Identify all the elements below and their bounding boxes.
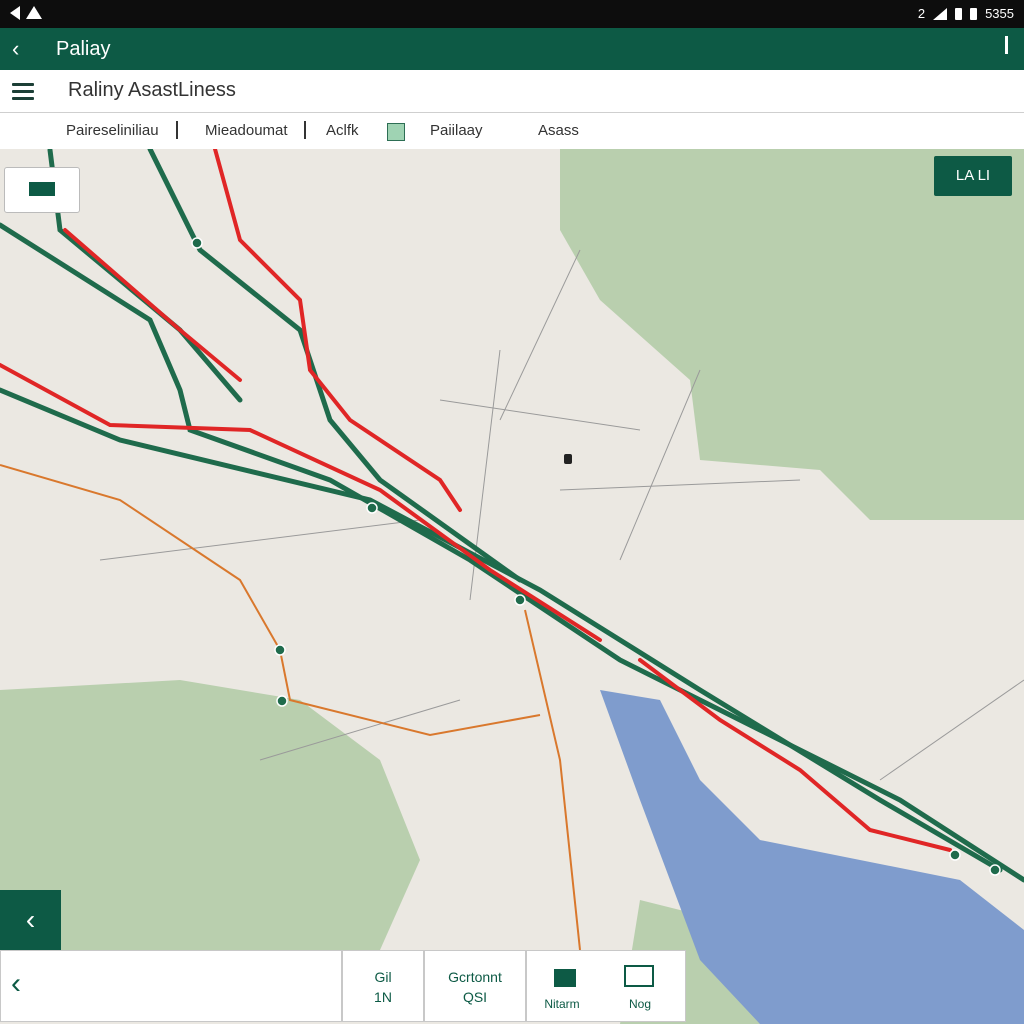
filter-item-5[interactable]: Asass (538, 122, 579, 139)
status-bar: 2 5355 (0, 0, 1024, 28)
back-chevron-icon[interactable]: ‹ (12, 36, 19, 62)
app-bar: ‹ Paliay (0, 28, 1024, 70)
button-label: Gcrtonnt (448, 969, 502, 985)
filter-bar: Paireseliniliau Mieadoumat Aclfk Paiilaa… (0, 113, 1024, 150)
filter-item-2[interactable]: Mieadoumat (205, 122, 288, 139)
train-icon (554, 969, 576, 987)
button-label: Gil (374, 969, 392, 985)
station-marker[interactable] (191, 237, 203, 249)
battery-icon (955, 7, 963, 20)
railway-map[interactable] (0, 149, 1024, 1024)
button-label: QSI (462, 989, 488, 1005)
button-label: Nog (628, 997, 651, 1011)
filter-item-3[interactable]: Aclfk (326, 122, 359, 139)
divider (304, 121, 306, 139)
back-arrow-icon (10, 6, 20, 20)
button-label: Nitarm (544, 997, 580, 1011)
location-pin-icon[interactable] (564, 454, 572, 464)
divider (176, 121, 178, 139)
bottom-toolbar: ‹ Gil 1N Gcrtonnt QSI Nitarm Nog (0, 950, 690, 1022)
wifi-icon (26, 6, 42, 19)
back-arrow-icon: ‹ (11, 967, 21, 1000)
layers-icon (29, 182, 55, 196)
menu-more-icon[interactable] (1005, 36, 1008, 54)
layers-button[interactable] (4, 167, 80, 213)
layer-chip[interactable]: LA LI (934, 156, 1012, 196)
bottom-button-1[interactable]: Gil 1N (342, 950, 424, 1022)
station-marker[interactable] (274, 644, 286, 656)
battery-icon-2 (970, 7, 978, 20)
station-marker[interactable] (989, 864, 1001, 876)
collapse-panel-button[interactable]: ‹ (0, 890, 61, 950)
signal-icon (933, 7, 948, 20)
station-marker[interactable] (949, 849, 961, 861)
station-marker[interactable] (514, 594, 526, 606)
status-time: 5355 (985, 6, 1014, 21)
filter-item-1[interactable]: Paireseliniliau (66, 122, 159, 139)
filter-item-4[interactable]: Paiilaay (430, 122, 483, 139)
bottom-back-button[interactable]: ‹ (0, 950, 342, 1022)
sim-number: 2 (917, 6, 926, 21)
ticket-icon (624, 965, 654, 987)
legend-swatch-icon[interactable] (387, 123, 405, 141)
station-marker[interactable] (276, 695, 288, 707)
header-bar: Raliny AsastLiness (0, 70, 1024, 113)
app-title: Paliay (56, 38, 111, 60)
station-marker[interactable] (366, 502, 378, 514)
bottom-button-2[interactable]: Gcrtonnt QSI (424, 950, 526, 1022)
button-label: 1N (374, 989, 392, 1005)
page-title: Raliny AsastLiness (68, 79, 236, 101)
bottom-button-3[interactable]: Nitarm Nog (526, 950, 686, 1022)
hamburger-icon[interactable] (12, 83, 34, 104)
